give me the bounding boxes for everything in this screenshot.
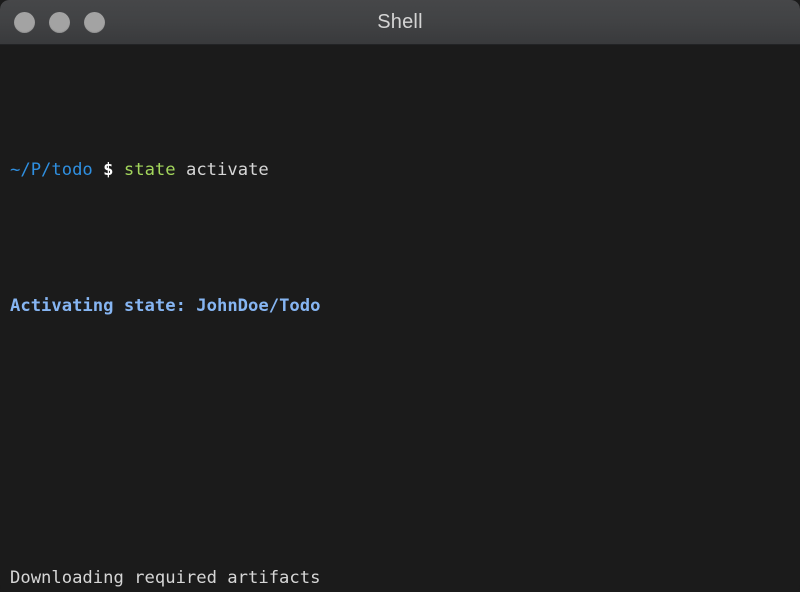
activating-state-line: Activating state: JohnDoe/Todo <box>10 289 800 323</box>
command-args: activate <box>185 160 269 180</box>
prompt-symbol: $ <box>103 160 114 180</box>
prompt-line-command: ~/P/todo $ state activate <box>10 153 800 187</box>
activating-value: JohnDoe/Todo <box>196 296 321 316</box>
terminal-body[interactable]: ~/P/todo $ state activate Activating sta… <box>0 45 800 592</box>
window-title: Shell <box>377 11 423 33</box>
prompt-path: ~/P/todo <box>10 160 93 180</box>
activating-label: Activating state: <box>10 296 186 316</box>
window-titlebar[interactable]: Shell <box>0 0 800 45</box>
downloading-text: Downloading required artifacts <box>10 568 321 588</box>
terminal-window: Shell ~/P/todo $ state activate Activati… <box>0 0 800 592</box>
terminal-screen: ~/P/todo $ state activate Activating sta… <box>10 51 800 592</box>
downloading-line: Downloading required artifacts <box>10 561 800 592</box>
command-program: state <box>123 160 176 180</box>
